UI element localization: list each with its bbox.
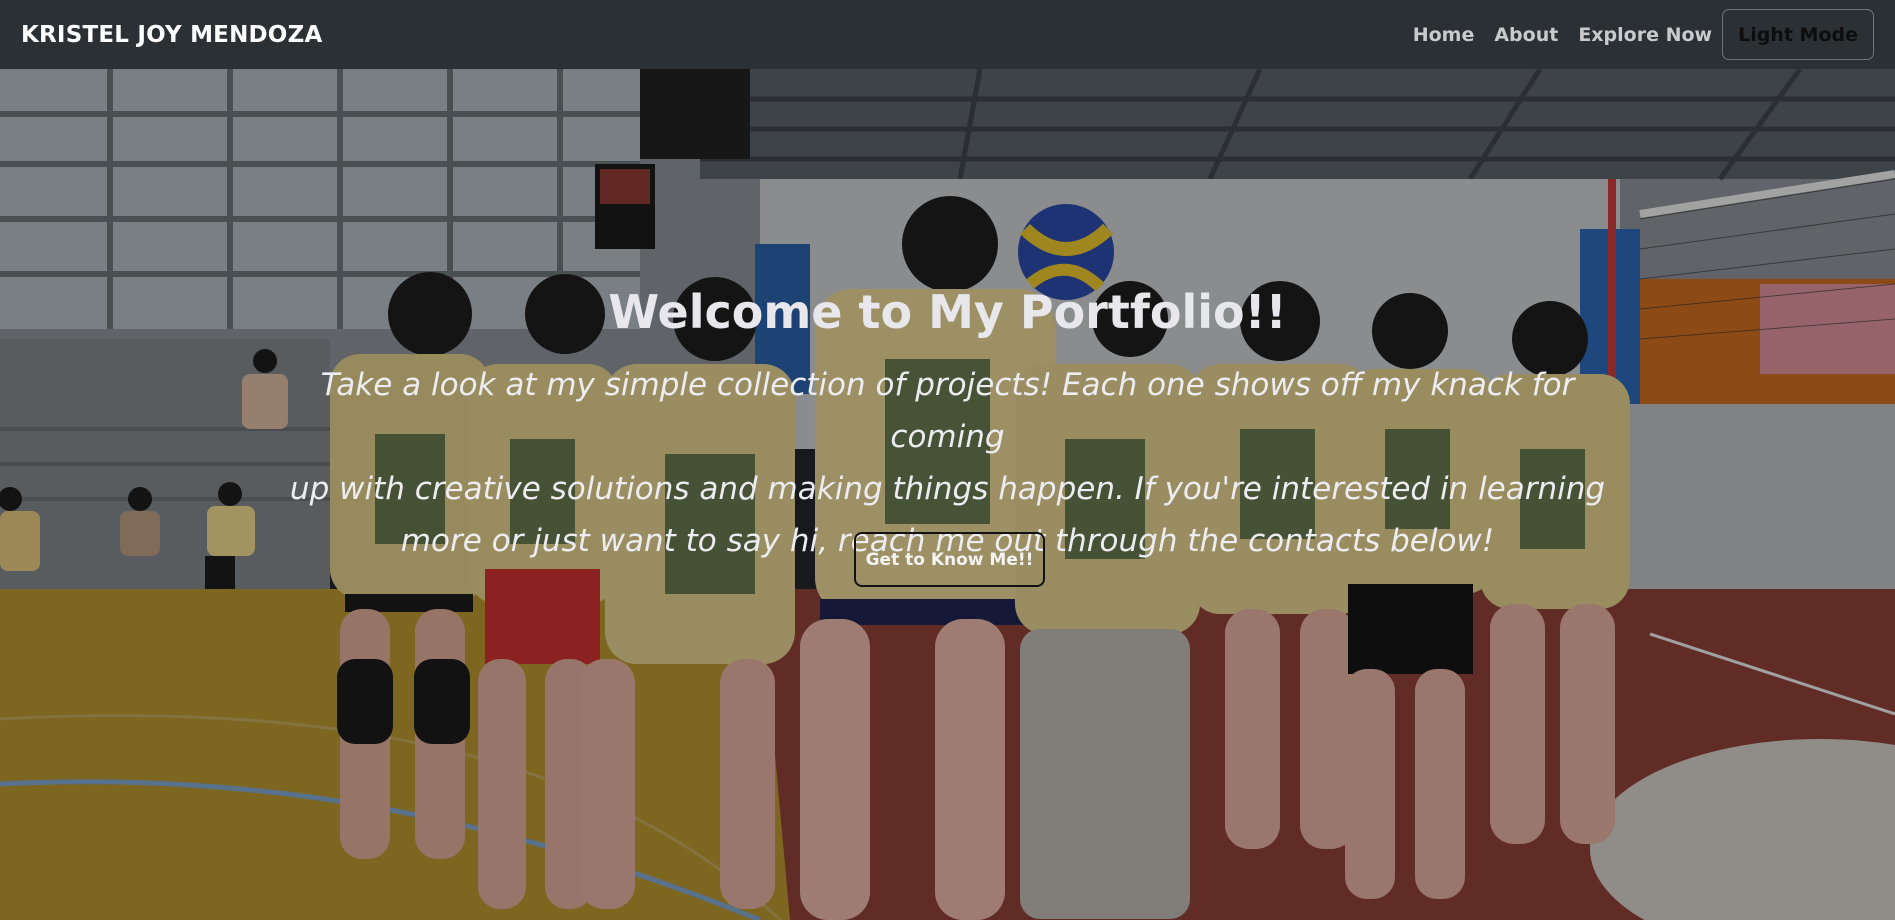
get-to-know-me-button[interactable]: Get to Know Me!! <box>854 532 1045 587</box>
nav-link-explore-now[interactable]: Explore Now <box>1578 24 1712 46</box>
hero-subtitle-line-1: Take a look at my simple collection of p… <box>320 367 1575 455</box>
light-mode-button[interactable]: Light Mode <box>1722 9 1874 60</box>
hero-section: Welcome to My Portfolio!! Take a look at… <box>0 69 1895 920</box>
hero-subtitle-line-2: up with creative solutions and making th… <box>289 471 1606 507</box>
nav-link-about[interactable]: About <box>1494 24 1558 46</box>
hero-title: Welcome to My Portfolio!! <box>608 285 1287 339</box>
top-navbar: KRISTEL JOY MENDOZA Home About Explore N… <box>0 0 1895 69</box>
nav-link-home[interactable]: Home <box>1413 24 1475 46</box>
nav-links: Home About Explore Now Light Mode <box>1393 9 1874 60</box>
brand-name[interactable]: KRISTEL JOY MENDOZA <box>21 22 322 48</box>
